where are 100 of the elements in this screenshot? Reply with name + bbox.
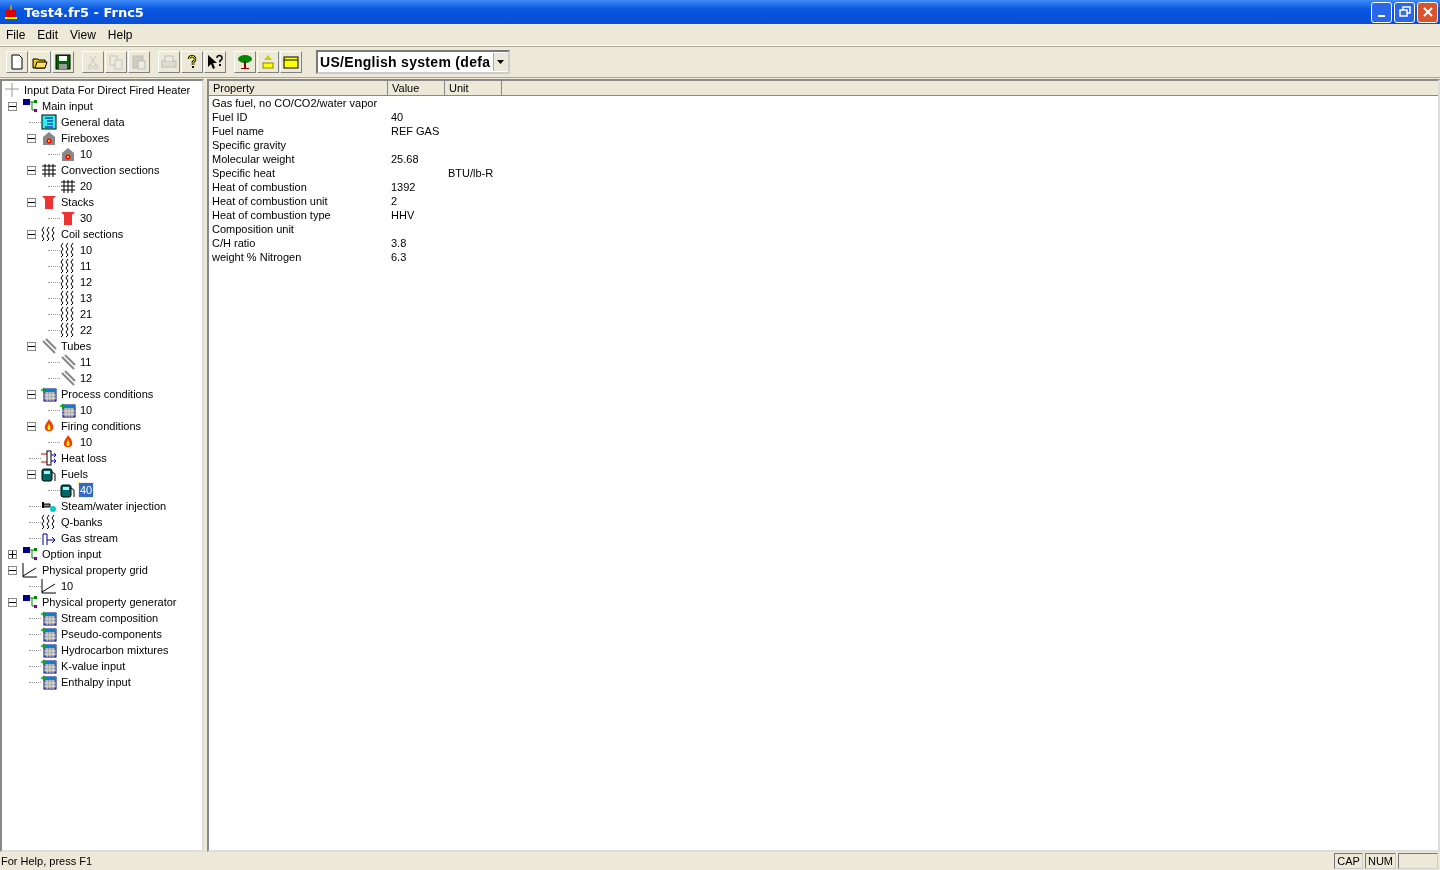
caret-icon (497, 59, 506, 65)
tree-item[interactable]: 10 (79, 147, 94, 161)
tree-item[interactable]: Firing conditions (60, 419, 143, 433)
table-cell: Molecular weight (212, 153, 295, 165)
tree-item[interactable]: 11 (79, 355, 93, 369)
tree-item[interactable]: Gas stream (60, 531, 119, 545)
help-button[interactable] (181, 51, 203, 73)
tree-item[interactable]: 22 (79, 323, 94, 337)
printer-icon (161, 54, 177, 70)
tree-item[interactable]: General data (60, 115, 126, 129)
restore-button[interactable] (1394, 1, 1415, 23)
coil-icon (60, 242, 76, 258)
clipboard-icon (131, 54, 147, 70)
tree-item[interactable]: 13 (79, 291, 94, 305)
table-cell: Specific gravity (212, 139, 286, 151)
table-icon (60, 402, 76, 418)
tree-item[interactable]: 10 (79, 243, 94, 257)
tree-item[interactable]: Process conditions (60, 387, 155, 401)
tube-icon (60, 370, 76, 386)
tree-item[interactable]: Hydrocarbon mixtures (60, 643, 170, 657)
tree-item[interactable]: Convection sections (60, 163, 161, 177)
tree-item[interactable]: Physical property generator (41, 595, 178, 609)
table-cell: C/H ratio (212, 237, 256, 249)
close-button[interactable] (1417, 1, 1438, 23)
tree-item[interactable]: 10 (60, 579, 75, 593)
import-button[interactable] (257, 51, 279, 73)
status-message: For Help, press F1 (0, 855, 94, 867)
column-header[interactable]: Property (209, 81, 388, 96)
tree-item[interactable]: Heat loss (60, 451, 108, 465)
tree-item[interactable]: Coil sections (60, 227, 125, 241)
expand-toggle[interactable] (27, 197, 36, 207)
scissors-icon (85, 54, 101, 70)
tree-item[interactable]: Input Data For Direct Fired Heater (23, 83, 192, 97)
tube-icon (60, 354, 76, 370)
tree-item[interactable]: Stacks (60, 195, 95, 209)
menu-item[interactable]: File (0, 27, 32, 42)
tree-item[interactable]: Stream composition (60, 611, 160, 625)
table-cell: HHV (391, 209, 415, 221)
menu-item[interactable]: View (64, 27, 102, 42)
open-folder-button[interactable] (29, 51, 51, 73)
menu-item[interactable]: Help (101, 27, 139, 42)
tree-item[interactable]: Steam/water injection (60, 499, 168, 513)
flow-icon (41, 530, 57, 546)
expand-toggle[interactable] (27, 165, 36, 175)
plus-icon (9, 550, 16, 558)
tree-item[interactable]: 12 (79, 275, 94, 289)
tree-item[interactable]: 10 (79, 403, 94, 417)
tree-item[interactable]: Physical property grid (41, 563, 149, 577)
expand-toggle[interactable] (27, 133, 36, 143)
expand-toggle[interactable] (27, 229, 36, 239)
tree-item[interactable]: 21 (79, 307, 94, 321)
tree-item[interactable]: 11 (79, 259, 93, 273)
tree-item[interactable]: Enthalpy input (60, 675, 132, 689)
coil-icon (60, 274, 76, 290)
column-header[interactable]: Value (388, 81, 445, 96)
tree-item[interactable]: Tubes (60, 339, 93, 353)
tree-item[interactable]: 20 (79, 179, 94, 193)
plus-icon (4, 82, 20, 98)
chimney-icon (41, 194, 57, 210)
expand-toggle[interactable] (8, 565, 17, 575)
context-help-button[interactable] (204, 51, 226, 73)
expand-toggle[interactable] (27, 469, 36, 479)
expand-toggle[interactable] (27, 389, 36, 399)
tree-item[interactable]: Main input (41, 99, 94, 113)
tree-item[interactable]: Option input (41, 547, 103, 561)
expand-toggle[interactable] (8, 549, 17, 559)
expand-toggle[interactable] (8, 597, 17, 607)
menu-item[interactable]: Edit (31, 27, 65, 42)
pages-icon (108, 54, 124, 70)
table-cell: Heat of combustion (212, 181, 307, 193)
expand-toggle[interactable] (27, 421, 36, 431)
tree-item[interactable]: 40 (79, 483, 94, 497)
tree-item[interactable]: Pseudo-components (60, 627, 163, 641)
tree-item[interactable]: Fuels (60, 467, 89, 481)
table-cell: Gas fuel, no CO/CO2/water vapor (212, 97, 378, 109)
table-icon (41, 386, 57, 402)
table-cell: Specific heat (212, 167, 275, 179)
chimney-icon (60, 210, 76, 226)
tree-item[interactable]: K-value input (60, 659, 127, 673)
tree-item[interactable]: Fireboxes (60, 131, 111, 145)
tree-item[interactable]: 12 (79, 371, 94, 385)
table-cell: 6.3 (391, 251, 407, 263)
coil-icon (41, 514, 57, 530)
new-file-button[interactable] (6, 51, 28, 73)
minimize-button[interactable] (1371, 1, 1392, 23)
expand-toggle[interactable] (8, 101, 17, 111)
tree-item[interactable]: 30 (79, 211, 94, 225)
save-button[interactable] (52, 51, 74, 73)
house-icon (60, 146, 76, 162)
unit-system-dropdown[interactable]: US/English system (defa (316, 50, 511, 74)
expand-toggle[interactable] (27, 341, 36, 351)
column-header[interactable]: Unit (445, 81, 502, 96)
folder-button[interactable] (280, 51, 302, 73)
tree-button[interactable] (234, 51, 256, 73)
arrow-up-icon (260, 54, 276, 70)
tree-item[interactable]: 10 (79, 435, 94, 449)
furnace-icon (3, 4, 19, 20)
table-cell: Composition unit (212, 223, 294, 235)
table-icon (41, 610, 57, 626)
tree-item[interactable]: Q-banks (60, 515, 104, 529)
